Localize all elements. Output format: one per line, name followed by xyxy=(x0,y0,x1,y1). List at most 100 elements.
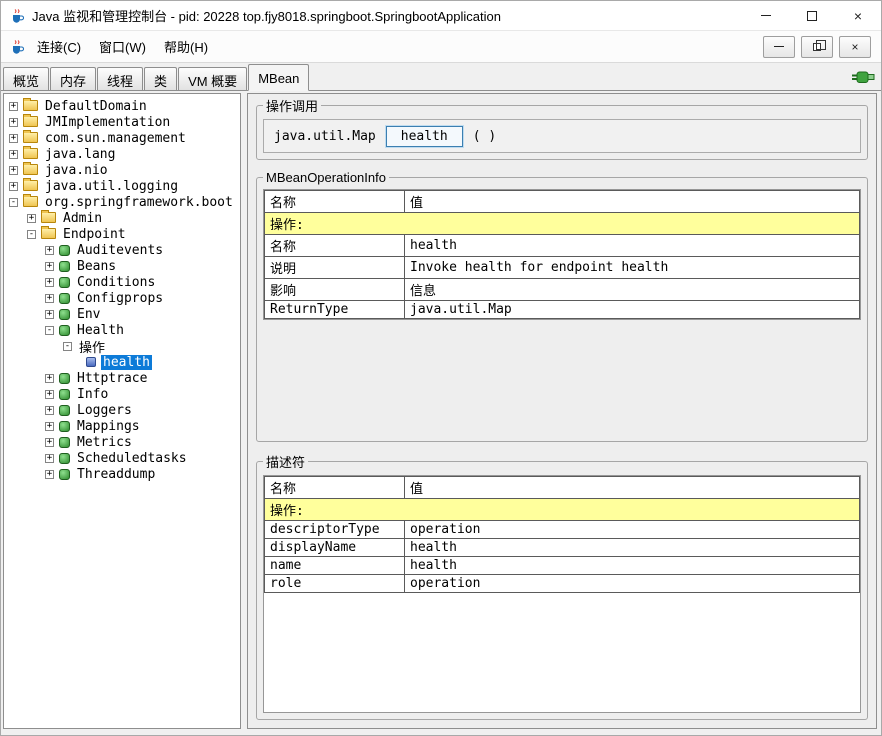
expand-toggle-icon[interactable]: + xyxy=(9,102,18,111)
window-minimize-button[interactable] xyxy=(743,1,789,30)
expand-toggle-icon[interactable]: + xyxy=(9,150,18,159)
tab-memory[interactable]: 内存 xyxy=(50,67,96,90)
frame-minimize-button[interactable] xyxy=(763,36,795,58)
tab-overview[interactable]: 概览 xyxy=(3,67,49,90)
tree-item-label: JMImplementation xyxy=(43,115,172,130)
table-row[interactable]: roleoperation xyxy=(265,575,860,593)
operation-invocation-box: 操作调用 java.util.Map health ( ) xyxy=(256,96,868,160)
frame-close-button[interactable]: × xyxy=(839,36,871,58)
expand-toggle-icon[interactable]: + xyxy=(45,470,54,479)
tree-item-selected[interactable]: health xyxy=(4,354,240,370)
cell-value: operation xyxy=(405,575,860,593)
tree-item[interactable]: +Metrics xyxy=(4,434,240,450)
tab-vm-summary[interactable]: VM 概要 xyxy=(178,67,247,90)
section-row: 操作: xyxy=(265,499,860,521)
frame-restore-button[interactable] xyxy=(801,36,833,58)
tab-mbean[interactable]: MBean xyxy=(248,64,309,91)
mbean-tree: +DefaultDomain + JMImplementation +com.su… xyxy=(3,93,241,729)
tree-item[interactable]: + java.util.logging xyxy=(4,178,240,194)
tab-threads[interactable]: 线程 xyxy=(97,67,143,90)
invoke-health-button[interactable]: health xyxy=(386,126,463,147)
tree-item[interactable]: +java.nio xyxy=(4,162,240,178)
menu-window[interactable]: 窗口(W) xyxy=(91,33,154,60)
collapse-toggle-icon[interactable]: - xyxy=(45,326,54,335)
expand-toggle-icon[interactable]: + xyxy=(45,294,54,303)
tree-item-label: Beans xyxy=(75,259,118,274)
tree-item[interactable]: +Auditevents xyxy=(4,242,240,258)
tree-item-label: java.util.logging xyxy=(43,179,180,194)
expand-toggle-icon[interactable]: + xyxy=(45,278,54,287)
descriptor-scrollpane[interactable]: 名称 值 操作: descriptorTypeoperation display… xyxy=(263,475,861,713)
expand-toggle-icon[interactable]: + xyxy=(9,182,18,191)
tab-classes[interactable]: 类 xyxy=(144,67,177,90)
tree-item[interactable]: +Mappings xyxy=(4,418,240,434)
tree-item-label: Conditions xyxy=(75,275,157,290)
tree-item[interactable]: + Beans xyxy=(4,258,240,274)
table-row[interactable]: ReturnTypejava.util.Map xyxy=(265,301,860,319)
table-row[interactable]: 名称health xyxy=(265,235,860,257)
collapse-toggle-icon[interactable]: - xyxy=(27,230,36,239)
tree-item[interactable]: +DefaultDomain xyxy=(4,98,240,114)
tree-item-label: health xyxy=(101,355,152,370)
table-row[interactable]: 影响信息 xyxy=(265,279,860,301)
tree-item[interactable]: -org.springframework.boot xyxy=(4,194,240,210)
tree-item[interactable]: +Scheduledtasks xyxy=(4,450,240,466)
tree-item-label: Threaddump xyxy=(75,467,157,482)
table-row[interactable]: displayNamehealth xyxy=(265,539,860,557)
expand-toggle-icon[interactable]: + xyxy=(9,166,18,175)
column-header-name[interactable]: 名称 xyxy=(265,191,405,213)
expand-toggle-icon[interactable]: + xyxy=(45,438,54,447)
tree-item[interactable]: -Health xyxy=(4,322,240,338)
expand-toggle-icon[interactable]: + xyxy=(9,134,18,143)
tree-item[interactable]: +com.sun.management xyxy=(4,130,240,146)
tree-item-label: Env xyxy=(75,307,102,322)
column-header-value[interactable]: 值 xyxy=(405,477,860,499)
expand-toggle-icon[interactable]: + xyxy=(45,422,54,431)
expand-toggle-icon[interactable]: + xyxy=(45,310,54,319)
close-icon: × xyxy=(851,40,858,54)
window-maximize-button[interactable] xyxy=(789,1,835,30)
expand-toggle-icon[interactable]: + xyxy=(45,406,54,415)
mbean-icon xyxy=(59,245,70,256)
expand-toggle-icon[interactable]: + xyxy=(45,246,54,255)
window-close-button[interactable]: × xyxy=(835,1,881,30)
tree-item[interactable]: +Loggers xyxy=(4,402,240,418)
menu-bar: 连接(C) 窗口(W) 帮助(H) × xyxy=(1,31,881,63)
folder-icon xyxy=(23,100,38,111)
expand-toggle-icon[interactable]: + xyxy=(27,214,36,223)
cell-value: java.util.Map xyxy=(405,301,860,319)
tree-item[interactable]: +Configprops xyxy=(4,290,240,306)
table-row[interactable]: 说明Invoke health for endpoint health xyxy=(265,257,860,279)
table-row[interactable]: descriptorTypeoperation xyxy=(265,521,860,539)
expand-toggle-icon[interactable]: + xyxy=(9,118,18,127)
column-header-value[interactable]: 值 xyxy=(405,191,860,213)
operation-info-scrollpane[interactable]: 名称 值 操作: 名称health 说明Invoke health for en… xyxy=(263,189,861,320)
mbean-icon xyxy=(59,309,70,320)
maximize-icon xyxy=(807,11,817,21)
tree-item[interactable]: +Info xyxy=(4,386,240,402)
tree-item[interactable]: -操作 xyxy=(4,338,240,354)
table-header-row: 名称 值 xyxy=(265,191,860,213)
section-label: 操作: xyxy=(265,213,860,235)
minimize-icon xyxy=(761,15,771,16)
section-row: 操作: xyxy=(265,213,860,235)
tree-item[interactable]: +java.lang xyxy=(4,146,240,162)
table-row[interactable]: namehealth xyxy=(265,557,860,575)
collapse-toggle-icon[interactable]: - xyxy=(63,342,72,351)
tree-item[interactable]: + Threaddump xyxy=(4,466,240,482)
menu-connection[interactable]: 连接(C) xyxy=(29,33,89,60)
expand-toggle-icon[interactable]: + xyxy=(45,390,54,399)
tree-item[interactable]: +Httptrace xyxy=(4,370,240,386)
expand-toggle-icon[interactable]: + xyxy=(45,454,54,463)
tree-item[interactable]: -Endpoint xyxy=(4,226,240,242)
tree-item[interactable]: + JMImplementation xyxy=(4,114,240,130)
expand-toggle-icon[interactable]: + xyxy=(45,262,54,271)
collapse-toggle-icon[interactable]: - xyxy=(9,198,18,207)
menu-help[interactable]: 帮助(H) xyxy=(156,33,216,60)
column-header-name[interactable]: 名称 xyxy=(265,477,405,499)
tree-item[interactable]: +Admin xyxy=(4,210,240,226)
tree-item[interactable]: + Env xyxy=(4,306,240,322)
mbean-icon xyxy=(59,293,70,304)
tree-item[interactable]: + Conditions xyxy=(4,274,240,290)
expand-toggle-icon[interactable]: + xyxy=(45,374,54,383)
